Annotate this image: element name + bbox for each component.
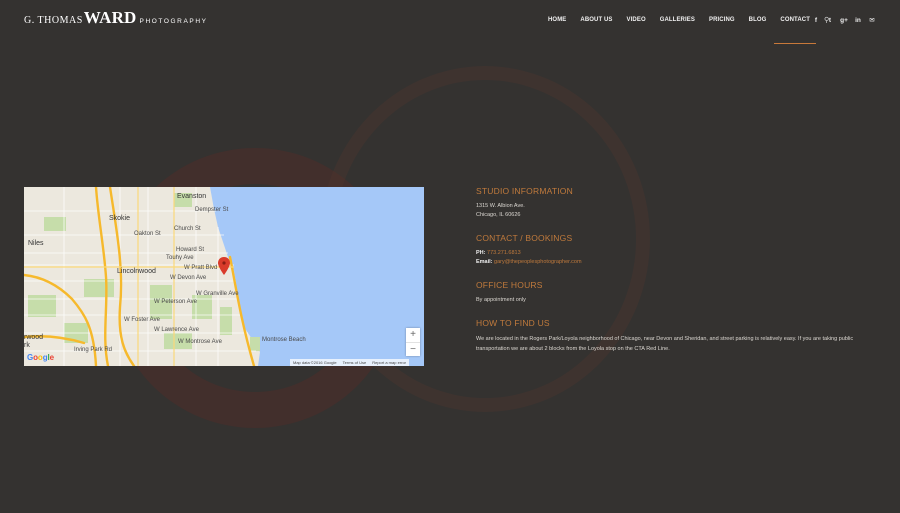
map-label-peterson: W Peterson Ave [154, 299, 197, 305]
office-hours-title: OFFICE HOURS [476, 280, 543, 290]
studio-address-line-2: Chicago, IL 60626 [476, 212, 521, 218]
nav-blog[interactable]: BLOG [749, 17, 767, 23]
map-label-howard: Howard St [176, 247, 205, 253]
map-label-pratt: W Pratt Blvd [184, 265, 218, 271]
google-map[interactable]: Evanston Skokie Niles Lincolnwood rwood … [24, 187, 424, 366]
office-hours-text: By appointment only [476, 297, 526, 303]
logo-last-name: WARD [83, 8, 137, 27]
mail-icon[interactable]: ✉ [865, 16, 879, 24]
email-link[interactable]: gary@thepeoplesphotographer.com [494, 259, 582, 265]
map-label-montrose-beach: Montrose Beach [262, 337, 306, 343]
email-label: Email: [476, 259, 493, 265]
logo-tagline: PHOTOGRAPHY [139, 18, 208, 25]
google-logo[interactable]: Google [27, 353, 54, 362]
map-data-credit: Map data ©2016 Google [293, 360, 337, 365]
logo-first-name: G. THOMAS [24, 15, 83, 26]
map-label-lincolnwood: Lincolnwood [117, 268, 156, 275]
nav-contact[interactable]: CONTACT [774, 17, 816, 44]
zoom-in-button[interactable]: + [406, 328, 420, 342]
site-logo[interactable]: G. THOMAS WARD PHOTOGRAPHY [24, 8, 208, 30]
map-label-devon: W Devon Ave [170, 275, 207, 281]
nav-galleries[interactable]: GALLERIES [660, 17, 695, 23]
google-plus-icon[interactable]: g+ [837, 17, 851, 24]
studio-address-line-1: 1315 W. Albion Ave. [476, 203, 525, 209]
nav-pricing[interactable]: PRICING [709, 17, 735, 23]
how-to-find-title: HOW TO FIND US [476, 318, 550, 328]
map-label-foster: W Foster Ave [124, 317, 160, 323]
linkedin-icon[interactable]: in [851, 17, 865, 24]
nav-about-us[interactable]: ABOUT US [580, 17, 612, 23]
zoom-out-button[interactable]: − [406, 342, 420, 356]
how-to-find-text: We are located in the Rogers Park/Loyola… [476, 336, 854, 352]
map-canvas [24, 187, 424, 366]
nav-video[interactable]: VIDEO [627, 17, 646, 23]
twitter-icon[interactable]: t [823, 17, 837, 24]
facebook-icon[interactable]: f [809, 17, 823, 24]
map-label-church: Church St [174, 226, 201, 232]
map-label-lawrence: W Lawrence Ave [154, 327, 199, 333]
map-label-niles: Niles [28, 240, 44, 247]
map-label-skokie: Skokie [109, 215, 131, 222]
contact-info: STUDIO INFORMATION 1315 W. Albion Ave. C… [476, 186, 876, 354]
map-label-touhy: Touhy Ave [166, 255, 194, 261]
social-links: f t g+ in ✉ [809, 13, 879, 27]
email-line: Email: gary@thepeoplesphotographer.com [476, 258, 876, 267]
site-header: G. THOMAS WARD PHOTOGRAPHY HOME ABOUT US… [0, 0, 900, 44]
phone-label: PH: [476, 250, 486, 256]
map-label-wood: rwood [24, 334, 44, 341]
map-label-evanston: Evanston [177, 193, 207, 200]
phone-link[interactable]: 773.271.6813 [487, 250, 521, 256]
map-zoom-control: + − [406, 328, 420, 356]
map-label-dempster: Dempster St [195, 207, 229, 213]
terms-of-use-link[interactable]: Terms of Use [343, 359, 367, 366]
map-label-rk: rk [24, 342, 30, 349]
phone-line: PH: 773.271.6813 [476, 249, 876, 258]
map-label-oakton: Oakton St [134, 231, 161, 237]
studio-info-title: STUDIO INFORMATION [476, 186, 573, 196]
map-pin-icon[interactable] [218, 257, 230, 275]
map-label-montrose: W Montrose Ave [178, 339, 222, 345]
contact-bookings-title: CONTACT / BOOKINGS [476, 233, 573, 243]
nav-home[interactable]: HOME [548, 17, 566, 23]
map-label-irving: Irving Park Rd [74, 347, 113, 353]
map-attribution: Map data ©2016 Google Terms of Use Repor… [290, 359, 410, 366]
map-label-granville: W Granville Ave [196, 291, 239, 297]
main-nav: HOME ABOUT US VIDEO GALLERIES PRICING BL… [548, 13, 829, 44]
report-map-error-link[interactable]: Report a map error [372, 359, 406, 366]
